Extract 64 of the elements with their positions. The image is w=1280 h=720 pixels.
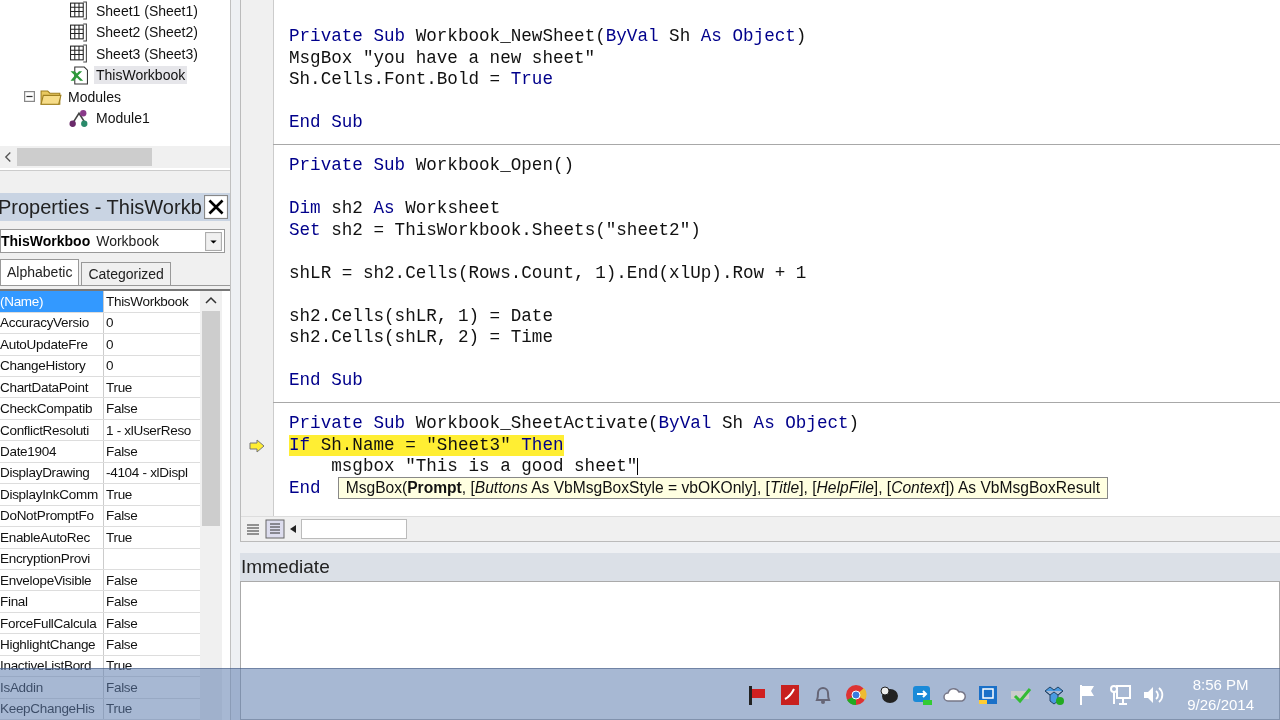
property-value[interactable]: False [104, 615, 200, 631]
property-name[interactable]: Date1904 [0, 441, 104, 462]
code-line: End [289, 477, 321, 499]
property-name[interactable]: EncryptionProvi [0, 548, 104, 569]
code-line: End Sub [289, 112, 363, 134]
property-name[interactable]: HighlightChange [0, 634, 104, 655]
code-line: Private Sub Workbook_NewSheet(ByVal Sh As Object) [289, 26, 807, 48]
property-value[interactable]: -4104 - xlDispl [104, 465, 200, 481]
property-value[interactable]: False [104, 679, 200, 695]
code-line: shLR = sh2.Cells(Rows.Count, 1).End(xlUp).Row + 1 [289, 262, 807, 284]
property-name[interactable]: AccuracyVersio [0, 312, 104, 334]
property-value[interactable]: 0 [104, 336, 200, 352]
property-name[interactable]: ChartDataPoint [0, 377, 104, 398]
property-value[interactable]: 0 [104, 315, 200, 331]
tree-item[interactable]: Modules [66, 87, 123, 106]
panel-title: Immediate [240, 553, 1280, 581]
property-name[interactable]: DisplayDrawing [0, 462, 104, 484]
property-name[interactable]: Final [0, 591, 104, 612]
code-line: End Sub [289, 370, 363, 392]
property-value[interactable]: True [104, 379, 200, 395]
tree-item[interactable]: Sheet1 (Sheet1) [94, 1, 200, 20]
clock-date: 9/26/2014 [1187, 695, 1254, 715]
code-line: Private Sub Workbook_SheetActivate(ByVal Sh As Object) [289, 413, 860, 435]
property-name[interactable]: EnableAutoRec [0, 527, 104, 548]
property-value[interactable]: True [104, 486, 200, 502]
tree-item[interactable]: Sheet2 (Sheet2) [94, 23, 200, 42]
code-line: Set sh2 = ThisWorkbook.Sheets("sheet2") [289, 219, 701, 241]
tab[interactable]: Alphabetic [0, 259, 80, 286]
property-name[interactable]: ChangeHistory [0, 355, 104, 376]
property-name[interactable]: AutoUpdateFre [0, 334, 104, 355]
property-value[interactable]: False [104, 444, 200, 460]
property-value[interactable]: True [104, 701, 200, 717]
clock-time: 8:56 PM [1192, 675, 1249, 695]
code-line: sh2.Cells(shLR, 1) = Date [289, 305, 553, 327]
property-name[interactable]: ForceFullCalcula [0, 612, 104, 634]
panel-title: Properties - ThisWorkb [0, 195, 202, 219]
tree-item[interactable]: ThisWorkbook [94, 66, 188, 85]
property-value[interactable]: False [104, 572, 200, 588]
property-value[interactable]: False [104, 401, 200, 417]
property-value[interactable]: False [104, 594, 200, 610]
tree-item[interactable]: Sheet3 (Sheet3) [94, 44, 200, 63]
property-name[interactable]: IsAddin [0, 677, 104, 698]
property-name[interactable]: CheckCompatib [0, 398, 104, 419]
tab[interactable]: Categorized [81, 262, 171, 286]
property-value[interactable]: ThisWorkbook [104, 293, 200, 309]
code-line: Sh.Cells.Font.Bold = True [289, 69, 553, 91]
property-value[interactable]: False [104, 636, 200, 652]
object-dropdown[interactable]: ThisWorkboo Workbook [0, 229, 225, 254]
code-line: msgbox "This is a good sheet" [330, 456, 638, 478]
property-name[interactable]: EnvelopeVisible [0, 569, 104, 591]
property-name[interactable]: ConflictResoluti [0, 419, 104, 441]
property-value[interactable]: True [104, 529, 200, 545]
tooltip: MsgBox(Prompt, [Buttons As VbMsgBoxStyle = vbOKOnly], [Title], [HelpFile], [Context]) As VbMsgBoxResult [337, 477, 1109, 500]
code-line: MsgBox "you have a new sheet" [289, 47, 596, 69]
property-name[interactable]: KeepChangeHis [0, 698, 104, 719]
code-line: Dim sh2 As Worksheet [289, 198, 501, 220]
code-line: Private Sub Workbook_Open() [289, 155, 575, 177]
property-value[interactable]: 1 - xlUserReso [104, 422, 200, 438]
property-value[interactable]: False [104, 508, 200, 524]
property-value[interactable]: 0 [104, 358, 200, 374]
property-name[interactable]: DisplayInkComm [0, 484, 104, 505]
code-line: sh2.Cells(shLR, 2) = Time [289, 327, 553, 349]
property-name[interactable]: DoNotPromptFo [0, 505, 104, 527]
tree-item[interactable]: Module1 [94, 109, 152, 128]
